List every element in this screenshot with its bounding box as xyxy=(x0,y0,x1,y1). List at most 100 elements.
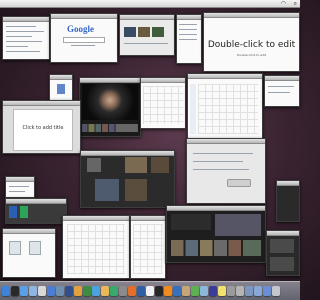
window-titlebar[interactable] xyxy=(177,15,201,20)
photo-thumbnail[interactable] xyxy=(124,27,136,37)
automator-icon[interactable] xyxy=(236,286,244,296)
photo-thumbnail[interactable] xyxy=(125,157,147,173)
pages-icon[interactable] xyxy=(101,286,109,296)
photo-thumbnail[interactable] xyxy=(151,157,169,173)
window-titlebar[interactable] xyxy=(63,216,129,221)
iweb-icon[interactable] xyxy=(83,286,91,296)
photo-thumbnail[interactable] xyxy=(125,179,147,201)
itunes-icon[interactable] xyxy=(47,286,55,296)
slide-title[interactable]: Click to add title xyxy=(14,125,72,131)
window-titlebar[interactable] xyxy=(265,76,299,81)
imovie-icon[interactable] xyxy=(65,286,73,296)
calendar-grid[interactable] xyxy=(143,86,183,124)
firefox-icon[interactable] xyxy=(128,286,136,296)
pages-window[interactable]: Double-click to edit Double-click to edi… xyxy=(203,12,300,72)
list-item[interactable] xyxy=(179,39,197,40)
tool-icon[interactable] xyxy=(9,206,17,218)
slide-canvas[interactable]: Click to add title xyxy=(13,109,73,151)
video-thumbnail[interactable] xyxy=(270,239,294,253)
photo-browser-window[interactable] xyxy=(119,14,175,56)
address-book-icon[interactable] xyxy=(182,286,190,296)
safari-window[interactable]: Google xyxy=(50,13,118,63)
finder-window[interactable] xyxy=(2,16,50,60)
numbers-window[interactable] xyxy=(187,73,263,139)
photo-thumbnail[interactable] xyxy=(138,27,150,37)
numbers-icon[interactable] xyxy=(110,286,118,296)
window-titlebar[interactable] xyxy=(80,78,140,83)
window-titlebar[interactable] xyxy=(141,78,185,83)
window-titlebar[interactable] xyxy=(188,74,262,79)
window-titlebar[interactable] xyxy=(131,216,165,221)
finder-icons-window[interactable] xyxy=(2,228,56,278)
event-library[interactable] xyxy=(171,214,211,230)
file-icon[interactable] xyxy=(29,241,41,255)
file-icon[interactable] xyxy=(9,241,21,255)
window-titlebar[interactable] xyxy=(81,151,174,156)
photo-thumbnail[interactable] xyxy=(152,27,164,37)
vlc-icon[interactable] xyxy=(164,286,172,296)
list-item[interactable] xyxy=(179,24,197,25)
window-titlebar[interactable] xyxy=(204,13,299,18)
window-titlebar[interactable] xyxy=(167,206,265,211)
ical-icon[interactable] xyxy=(38,286,46,296)
dashboard-icon[interactable] xyxy=(11,286,19,296)
window-titlebar[interactable] xyxy=(3,101,80,106)
finder-list-window[interactable] xyxy=(5,176,35,198)
media-window[interactable] xyxy=(266,230,300,276)
inspector-window[interactable] xyxy=(176,14,202,64)
spotlight-icon[interactable]: ⌕ xyxy=(294,0,297,7)
preferences-icon[interactable] xyxy=(119,286,127,296)
wifi-icon[interactable]: ◠ xyxy=(281,0,286,7)
photoshop-icon[interactable] xyxy=(137,286,145,296)
numbers-window-2[interactable] xyxy=(62,215,130,279)
textedit-icon[interactable] xyxy=(146,286,154,296)
apply-button[interactable] xyxy=(227,179,251,187)
spreadsheet-grid[interactable] xyxy=(67,224,125,274)
xcode-icon[interactable] xyxy=(173,286,181,296)
window-titlebar[interactable] xyxy=(277,181,299,186)
palette-window[interactable] xyxy=(276,180,300,222)
list-item[interactable] xyxy=(9,191,25,192)
window-titlebar[interactable] xyxy=(120,15,174,20)
preview-icon[interactable] xyxy=(200,286,208,296)
photo-thumbnail[interactable] xyxy=(95,179,119,201)
utilities-icon[interactable] xyxy=(245,286,253,296)
photo-booth-window[interactable] xyxy=(79,77,141,137)
window-titlebar[interactable] xyxy=(6,177,34,182)
photo-thumbnail[interactable] xyxy=(87,158,101,172)
imovie-window[interactable] xyxy=(166,205,266,263)
window-titlebar[interactable] xyxy=(6,199,66,204)
editor-window[interactable] xyxy=(5,198,67,224)
table-window[interactable] xyxy=(130,215,166,279)
keynote-icon[interactable] xyxy=(92,286,100,296)
calculator-icon[interactable] xyxy=(227,286,235,296)
tool-icon[interactable] xyxy=(20,206,28,218)
stickies-icon[interactable] xyxy=(218,286,226,296)
window-titlebar[interactable] xyxy=(3,229,55,234)
iphoto-icon[interactable] xyxy=(56,286,64,296)
window-titlebar[interactable] xyxy=(187,139,265,144)
clip-strip[interactable] xyxy=(171,240,261,256)
safari-icon[interactable] xyxy=(20,286,28,296)
garageband-icon[interactable] xyxy=(74,286,82,296)
table-grid[interactable] xyxy=(133,224,163,274)
ichat-icon[interactable] xyxy=(191,286,199,296)
spreadsheet-grid[interactable] xyxy=(198,84,258,134)
keynote-window[interactable]: Click to add title xyxy=(2,100,81,154)
system-profiler-window[interactable] xyxy=(264,75,300,107)
quicktime-icon[interactable] xyxy=(209,286,217,296)
documents-icon[interactable] xyxy=(263,286,271,296)
window-titlebar[interactable] xyxy=(51,14,117,19)
window-titlebar[interactable] xyxy=(3,17,49,22)
list-item[interactable] xyxy=(179,29,197,30)
list-item[interactable] xyxy=(9,186,29,187)
window-titlebar[interactable] xyxy=(50,75,72,80)
downloads-icon[interactable] xyxy=(254,286,262,296)
info-window[interactable] xyxy=(49,74,73,102)
document-subtitle[interactable]: Double-click to edit xyxy=(204,53,299,57)
video-thumbnail[interactable] xyxy=(270,257,294,271)
preferences-window[interactable] xyxy=(186,138,266,204)
list-item[interactable] xyxy=(179,34,197,35)
finder-icon[interactable] xyxy=(2,286,10,296)
sheet-sidebar[interactable] xyxy=(190,84,196,134)
